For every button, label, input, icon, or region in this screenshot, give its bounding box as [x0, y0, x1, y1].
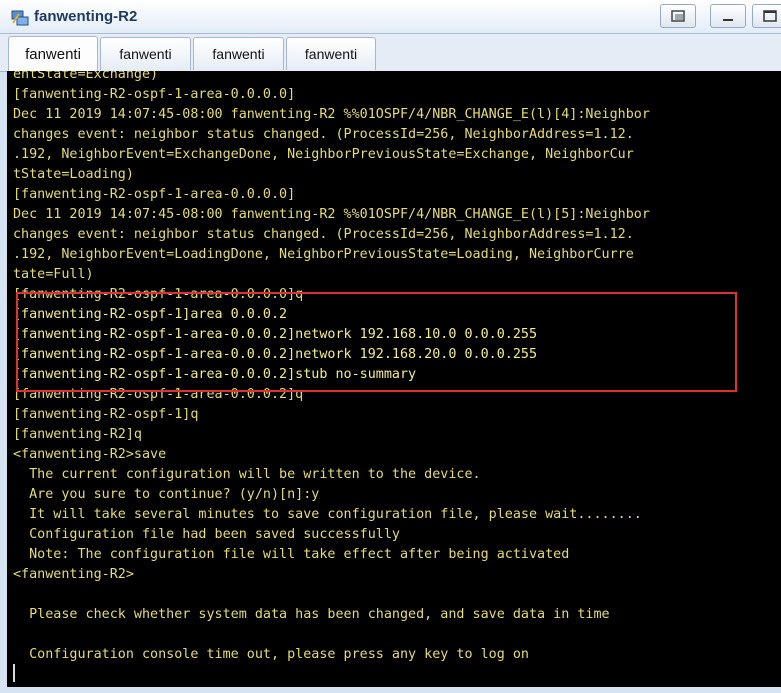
minimize-button[interactable]: [710, 4, 746, 28]
terminal-line: .192, NeighborEvent=ExchangeDone, Neighb…: [13, 147, 634, 162]
tab-fanwenti-2[interactable]: fanwenti: [100, 37, 191, 70]
terminal-line: Please check whether system data has bee…: [13, 607, 610, 622]
terminal-line: Dec 11 2019 14:07:45-08:00 fanwenting-R2…: [13, 207, 650, 222]
terminal-line: changes event: neighbor status changed. …: [13, 227, 634, 242]
window-bottom-border: [0, 687, 781, 693]
terminal-line: It will take several minutes to save con…: [13, 507, 642, 522]
session-tab-bar: fanwenti fanwenti fanwenti fanwenti: [0, 34, 781, 72]
maximize-button[interactable]: [752, 4, 781, 28]
terminal-line: tState=Loading): [13, 167, 134, 182]
terminal-line: [fanwenting-R2]q: [13, 427, 142, 442]
terminal-line: <fanwenting-R2>save: [13, 447, 167, 462]
text-cursor: [13, 664, 15, 682]
terminal-line: [fanwenting-R2-ospf-1-area-0.0.0.0]: [13, 187, 296, 202]
tab-fanwenti-4[interactable]: fanwenti: [286, 37, 376, 70]
terminal-line: tate=Full): [13, 267, 94, 282]
window-title: fanwenting-R2: [34, 8, 138, 25]
terminal-line: The current configuration will be writte…: [13, 467, 481, 482]
terminal-line: .192, NeighborEvent=LoadingDone, Neighbo…: [13, 247, 634, 262]
maximize-icon: [763, 10, 777, 22]
terminal-line: changes event: neighbor status changed. …: [13, 127, 634, 142]
tab-fanwenti-3[interactable]: fanwenti: [193, 37, 284, 70]
restore-icon: [671, 10, 685, 22]
putty-terminal-icon: [11, 10, 29, 26]
restore-button[interactable]: [660, 4, 696, 28]
terminal-line: Are you sure to continue? (y/n)[n]:y: [13, 487, 320, 502]
terminal-line: Configuration file had been saved succes…: [13, 527, 400, 542]
terminal-line: entState=Exchange): [13, 71, 159, 82]
title-bar: fanwenting-R2: [0, 0, 781, 34]
terminal-line: <fanwenting-R2>: [13, 567, 134, 582]
tab-fanwenti-1[interactable]: fanwenti: [8, 36, 98, 71]
terminal-line: [fanwenting-R2-ospf-1]q: [13, 407, 199, 422]
minimize-icon: [723, 19, 733, 21]
highlight-annotation-box: [16, 292, 737, 392]
terminal-line: Note: The configuration file will take e…: [13, 547, 570, 562]
terminal-line: Configuration console time out, please p…: [13, 647, 529, 662]
terminal-line: [fanwenting-R2-ospf-1-area-0.0.0.0]: [13, 87, 296, 102]
terminal-console[interactable]: entState=Exchange) [fanwenting-R2-ospf-1…: [7, 71, 781, 687]
terminal-line: Dec 11 2019 14:07:45-08:00 fanwenting-R2…: [13, 107, 650, 122]
